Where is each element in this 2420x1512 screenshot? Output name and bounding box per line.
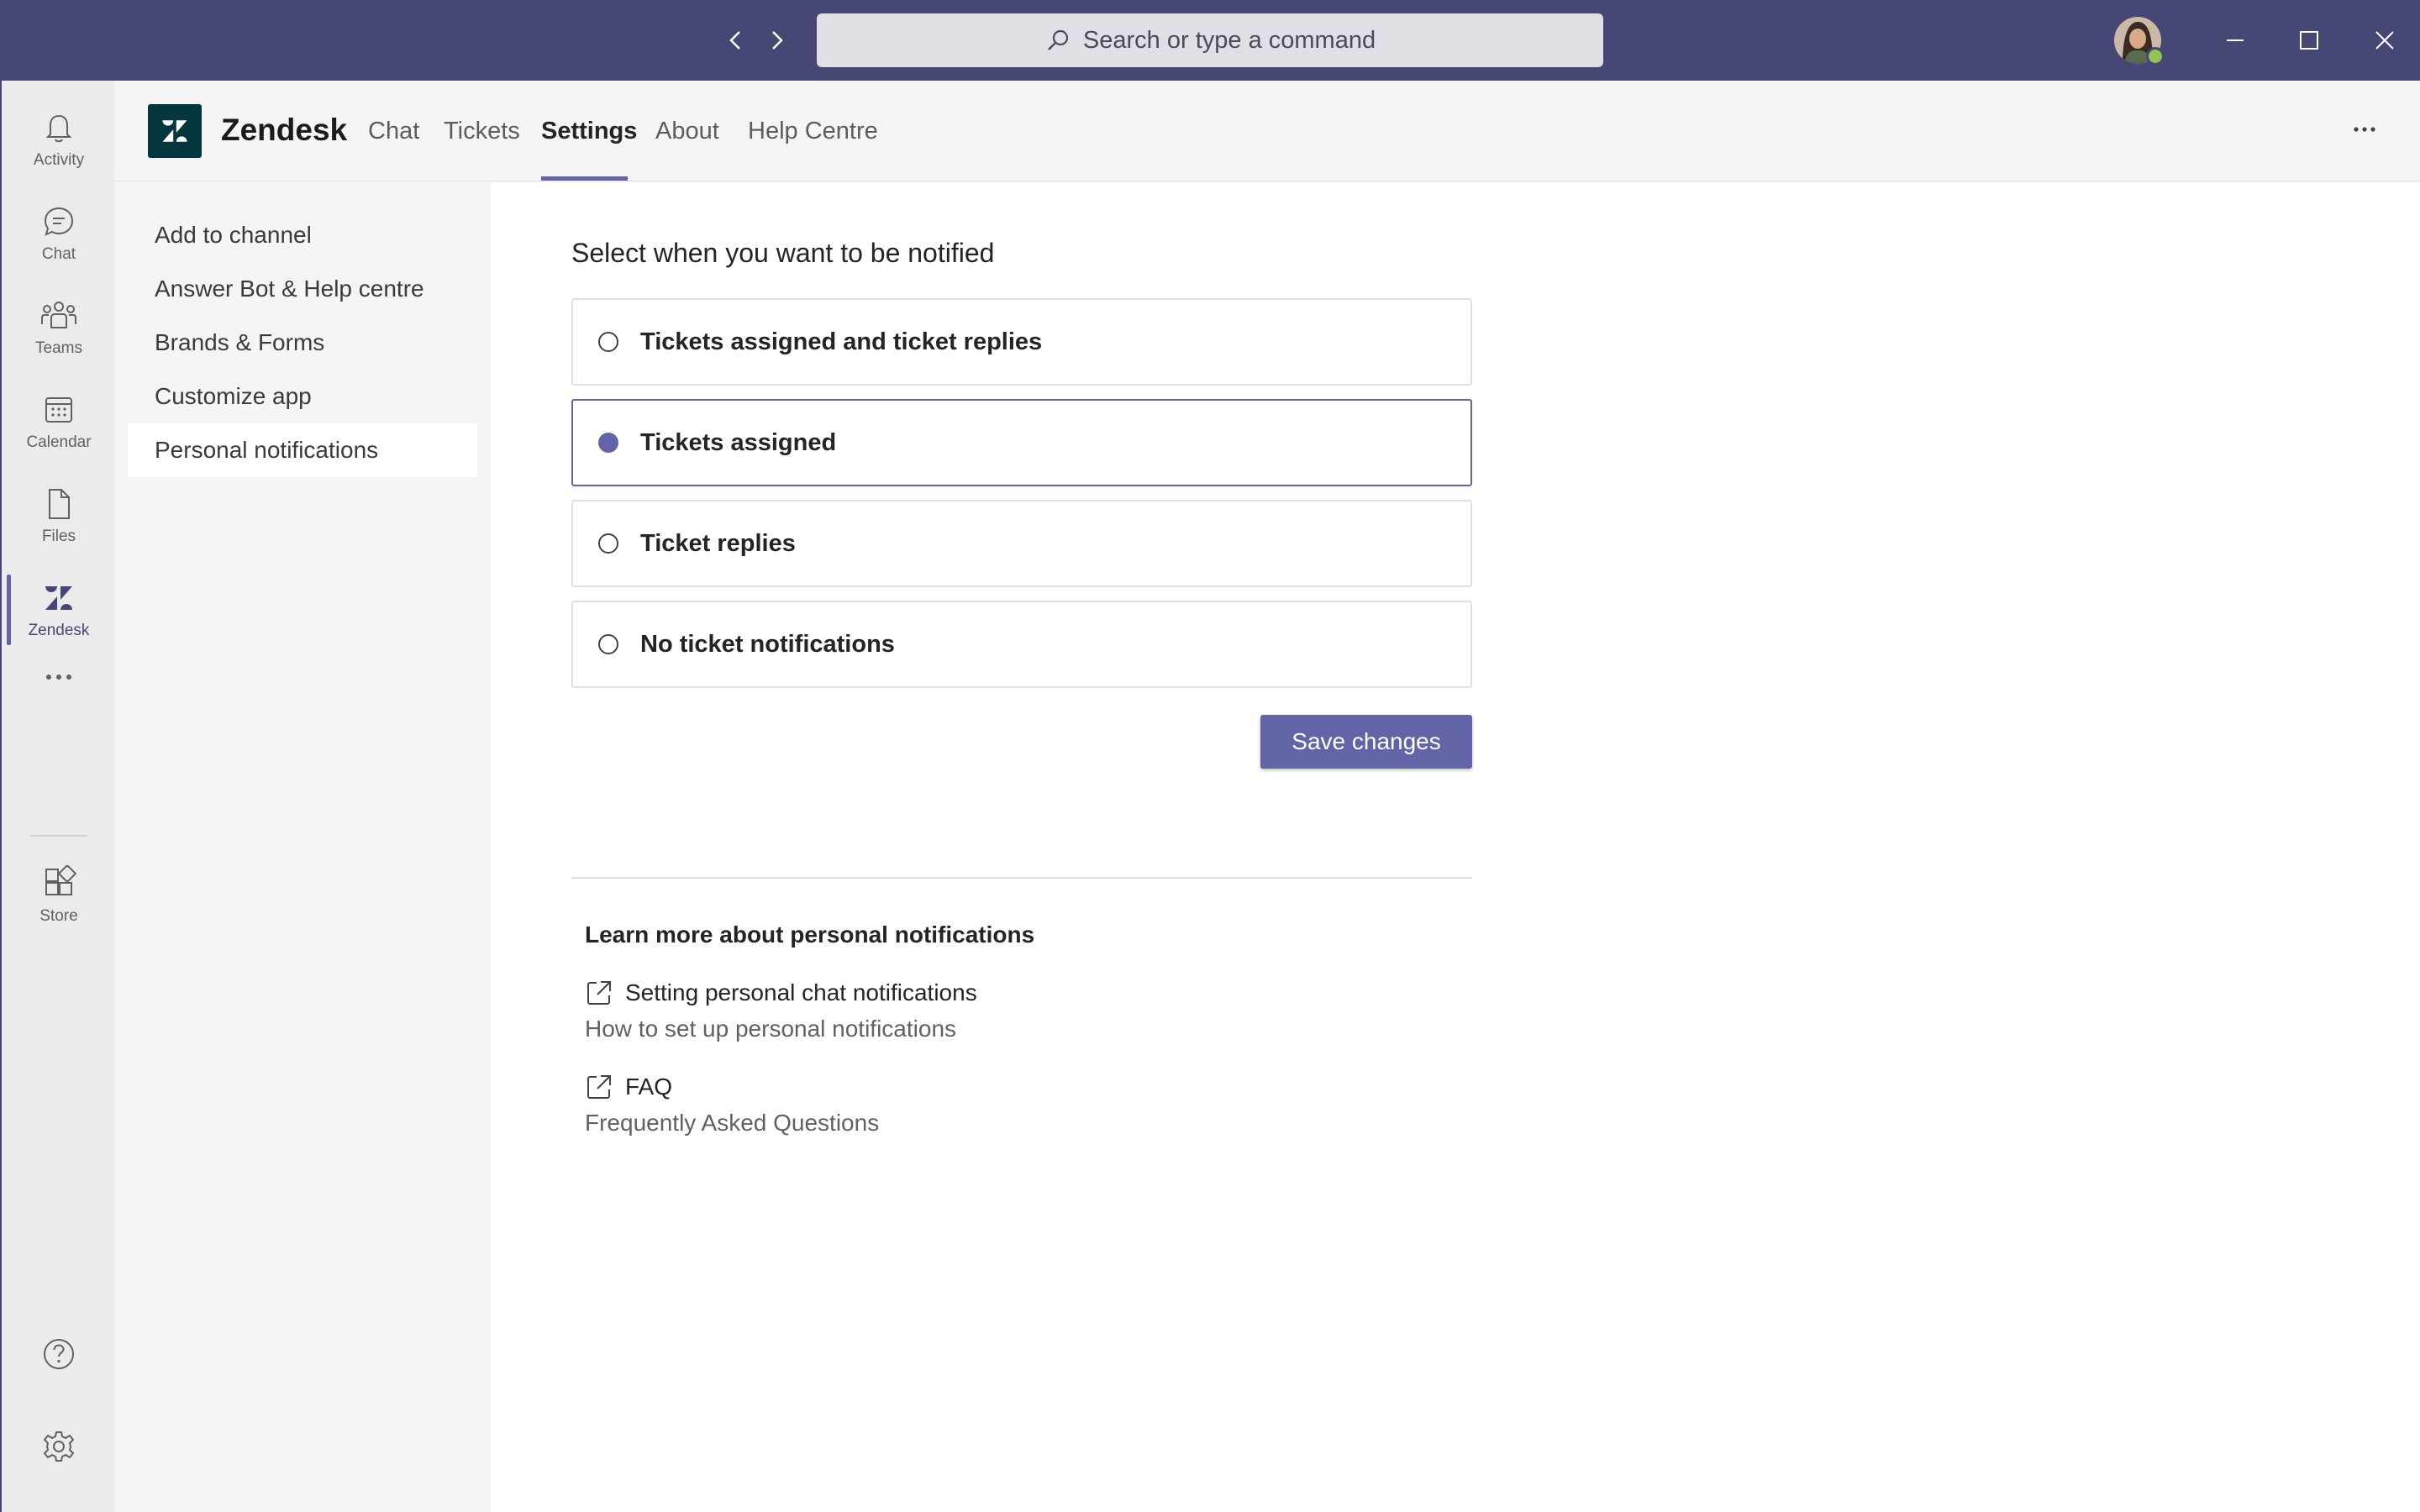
presence-available-icon (2146, 47, 2165, 66)
option-label: No ticket notifications (640, 630, 895, 658)
option-label: Tickets assigned and ticket replies (640, 328, 1043, 355)
avatar[interactable] (2114, 17, 2165, 66)
app-title: Zendesk (221, 113, 348, 147)
close-icon[interactable] (2366, 22, 2403, 59)
zendesk-logo-icon (148, 104, 202, 158)
store-icon (40, 865, 77, 902)
more-options-icon[interactable] (2344, 116, 2385, 143)
link-subtitle: How to set up personal notifications (585, 1016, 957, 1042)
link-subtitle: Frequently Asked Questions (585, 1110, 880, 1136)
radio-button[interactable] (598, 634, 618, 654)
rail-divider (30, 835, 87, 837)
section-divider (571, 877, 1472, 879)
minimize-icon[interactable] (2217, 22, 2254, 59)
option-ticket-replies[interactable]: Ticket replies (571, 500, 1472, 587)
rail-label: Activity (33, 151, 85, 169)
link-title: FAQ (625, 1074, 673, 1100)
help-button[interactable] (2, 1329, 116, 1379)
app-header: Zendesk Chat Tickets Settings About Help… (114, 81, 2420, 181)
rail-label: Calendar (26, 433, 92, 451)
settings-button[interactable] (2, 1421, 116, 1472)
title-bar: Search or type a command (0, 0, 2420, 81)
rail-label: Chat (41, 245, 76, 263)
calendar-icon (40, 391, 77, 428)
zendesk-icon (40, 580, 77, 617)
bell-icon (40, 109, 77, 146)
link-setting-personal-chat-notifications[interactable]: Setting personal chat notifications (585, 979, 977, 1007)
more-apps-button[interactable] (2, 652, 116, 702)
option-label: Tickets assigned (640, 428, 837, 456)
rail-item-calendar[interactable]: Calendar (2, 380, 116, 464)
tab-tickets[interactable]: Tickets (444, 118, 520, 145)
option-tickets-assigned[interactable]: Tickets assigned (571, 399, 1472, 486)
rail-label: Files (41, 528, 76, 545)
radio-button[interactable] (598, 533, 618, 554)
external-link-icon (585, 1073, 613, 1101)
settings-nav-answer-bot[interactable]: Answer Bot & Help centre (128, 262, 477, 316)
link-faq[interactable]: FAQ (585, 1073, 672, 1101)
maximize-icon[interactable] (2291, 22, 2328, 59)
external-link-icon (585, 979, 613, 1007)
search-icon (1044, 27, 1071, 54)
option-no-notifications[interactable]: No ticket notifications (571, 601, 1472, 688)
radio-button[interactable] (598, 332, 618, 352)
forward-arrow-icon[interactable] (761, 25, 792, 55)
settings-nav: Add to channel Answer Bot & Help centre … (114, 182, 491, 1512)
teams-icon (39, 297, 79, 334)
tab-help-centre[interactable]: Help Centre (748, 118, 878, 145)
tab-settings[interactable]: Settings (541, 118, 637, 145)
file-icon (40, 486, 77, 522)
rail-item-store[interactable]: Store (2, 853, 116, 937)
chat-icon (40, 203, 77, 240)
rail-label: Store (39, 907, 78, 925)
radio-button-selected[interactable] (598, 433, 618, 453)
more-horizontal-icon (42, 672, 76, 682)
help-icon (40, 1336, 77, 1373)
search-placeholder: Search or type a command (1082, 26, 1376, 54)
rail-label: Teams (35, 339, 82, 357)
rail-label: Zendesk (28, 622, 90, 639)
learn-more-heading: Learn more about personal notifications (585, 921, 1035, 948)
page-title: Select when you want to be notified (571, 238, 995, 268)
settings-nav-brands-forms[interactable]: Brands & Forms (128, 316, 477, 370)
rail-item-teams[interactable]: Teams (2, 286, 116, 370)
save-button[interactable]: Save changes (1260, 715, 1472, 769)
active-tab-indicator (541, 176, 628, 181)
rail-item-zendesk[interactable]: Zendesk (2, 568, 116, 652)
settings-nav-personal-notifications[interactable]: Personal notifications (128, 423, 477, 477)
rail-item-activity[interactable]: Activity (2, 97, 116, 181)
tab-chat[interactable]: Chat (368, 118, 419, 145)
app-rail: Activity Chat Teams Calendar Files Zende… (0, 81, 114, 1512)
gear-icon (40, 1428, 77, 1465)
rail-item-files[interactable]: Files (2, 474, 116, 558)
settings-nav-customize-app[interactable]: Customize app (128, 370, 477, 423)
tab-about[interactable]: About (655, 118, 719, 145)
rail-item-chat[interactable]: Chat (2, 192, 116, 276)
option-assigned-and-replies[interactable]: Tickets assigned and ticket replies (571, 298, 1472, 386)
main-panel: Select when you want to be notified Tick… (491, 182, 2420, 1512)
back-arrow-icon[interactable] (721, 25, 751, 55)
settings-nav-add-to-channel[interactable]: Add to channel (128, 208, 477, 262)
option-label: Ticket replies (640, 529, 796, 557)
search-box[interactable]: Search or type a command (817, 13, 1603, 67)
link-title: Setting personal chat notifications (625, 979, 977, 1005)
